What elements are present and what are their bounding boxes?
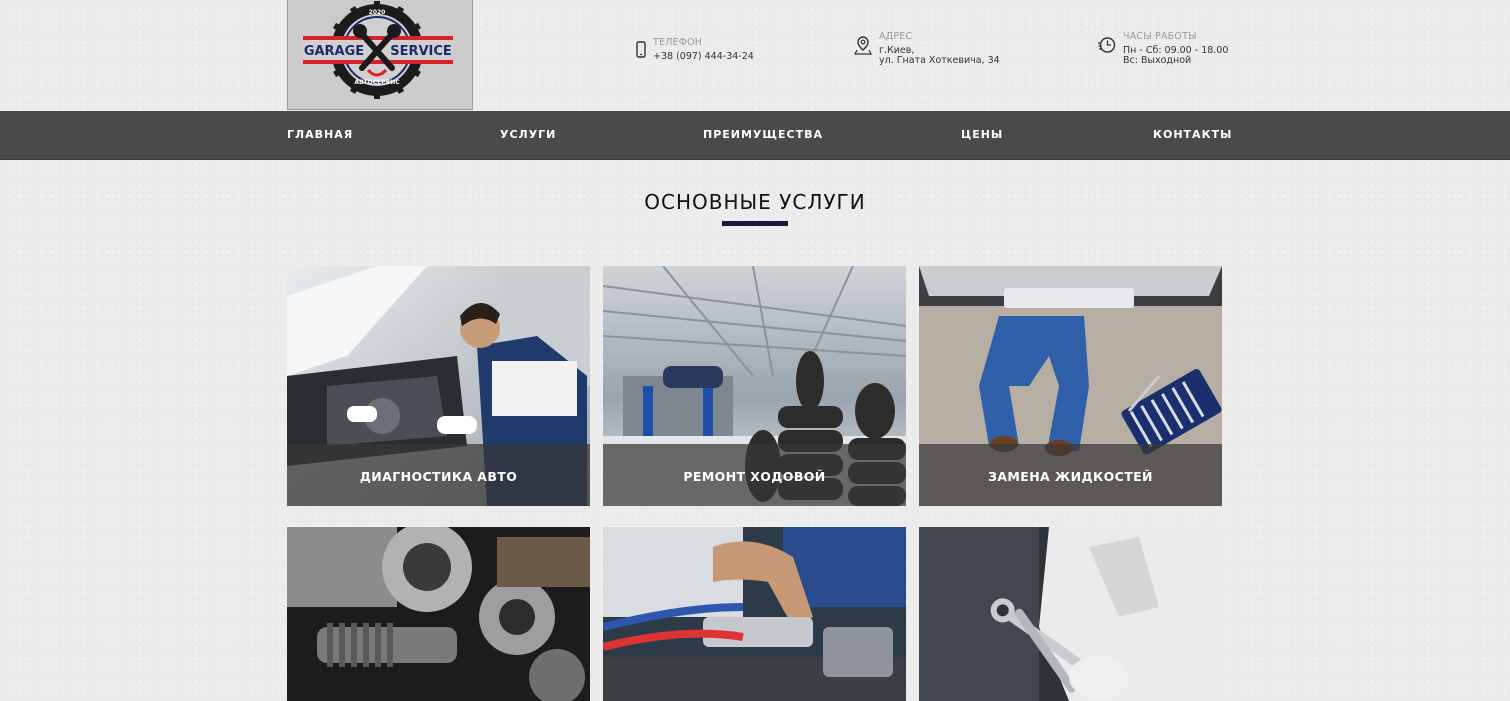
service-card-transmission[interactable]	[287, 527, 590, 701]
nav-item-advantages[interactable]: ПРЕИМУЩЕСТВА	[703, 128, 823, 141]
mechanic-wrenches-photo	[919, 527, 1222, 701]
svg-text:SERVICE: SERVICE	[390, 44, 452, 59]
section-title: ОСНОВНЫЕ УСЛУГИ	[644, 190, 866, 214]
hours-line2: Вс: Выходной	[1123, 55, 1192, 66]
svg-text:GARAGE: GARAGE	[304, 44, 364, 59]
address-label: АДРЕС	[879, 31, 913, 42]
clock-icon	[1098, 37, 1116, 53]
svg-text:АВТОСЕРВИС: АВТОСЕРВИС	[354, 79, 400, 86]
card-caption: ДИАГНОСТИКА АВТО	[359, 469, 518, 484]
phone-value[interactable]: +38 (097) 444-34-24	[653, 52, 754, 62]
service-card-aircon[interactable]	[603, 527, 906, 701]
garage-service-logo-icon: GARAGE SERVICE 2020 АВТОСЕРВИС	[303, 1, 453, 99]
title-underline	[722, 221, 788, 226]
card-caption: ЗАМЕНА ЖИДКОСТЕЙ	[988, 469, 1153, 484]
nav-item-services[interactable]: УСЛУГИ	[500, 128, 556, 141]
ac-hoses-photo	[603, 527, 906, 701]
phone-label: ТЕЛЕФОН	[653, 37, 703, 48]
address-line2: ул. Гната Хоткевича, 34	[879, 55, 1000, 66]
phone-icon	[636, 41, 646, 58]
map-pin-icon	[854, 36, 872, 55]
nav-item-contacts[interactable]: КОНТАКТЫ	[1153, 128, 1232, 141]
service-card-repair[interactable]	[919, 527, 1222, 701]
svg-text:2020: 2020	[369, 9, 386, 16]
main-nav: ГЛАВНАЯ УСЛУГИ ПРЕИМУЩЕСТВА ЦЕНЫ КОНТАКТ…	[0, 111, 1510, 160]
hours-label: ЧАСЫ РАБОТЫ	[1123, 31, 1197, 42]
nav-item-prices[interactable]: ЦЕНЫ	[961, 128, 1003, 141]
gearbox-parts-photo	[287, 527, 590, 701]
nav-item-home[interactable]: ГЛАВНАЯ	[287, 128, 353, 141]
site-header: GARAGE SERVICE 2020 АВТОСЕРВИС ТЕЛЕФОН +…	[0, 0, 1510, 111]
service-card-fluids[interactable]: ЗАМЕНА ЖИДКОСТЕЙ	[919, 266, 1222, 506]
card-caption: РЕМОНТ ХОДОВОЙ	[683, 469, 826, 484]
logo[interactable]: GARAGE SERVICE 2020 АВТОСЕРВИС	[287, 0, 473, 110]
service-card-diagnostics[interactable]: ДИАГНОСТИКА АВТО	[287, 266, 590, 506]
service-card-suspension[interactable]: РЕМОНТ ХОДОВОЙ	[603, 266, 906, 506]
